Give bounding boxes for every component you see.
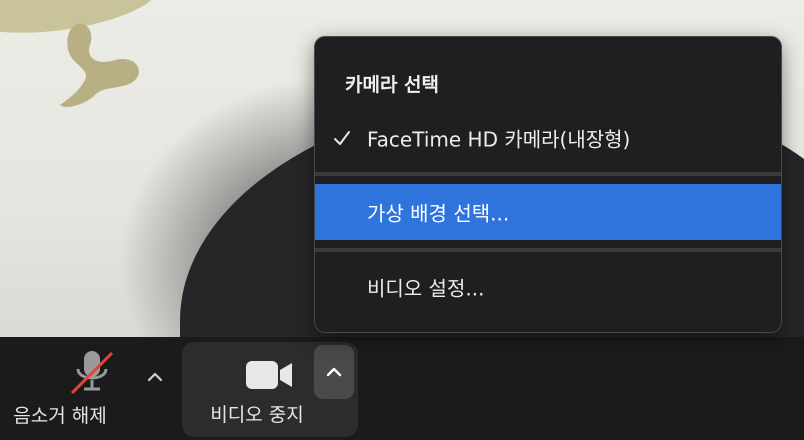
microphone-muted-icon: [70, 351, 114, 395]
menu-header: 카메라 선택: [345, 74, 440, 96]
stop-video-button[interactable]: 비디오 중지: [182, 342, 358, 437]
menu-item-label: 가상 배경 선택...: [367, 201, 510, 226]
meeting-toolbar: 음소거 해제 비디오 중지: [0, 337, 804, 440]
stop-video-label: 비디오 중지: [210, 404, 304, 426]
menu-item-label: FaceTime HD 카메라(내장형): [367, 127, 631, 152]
checkmark-icon: [334, 131, 350, 145]
background-plant-shape: [60, 23, 139, 107]
video-options-button[interactable]: [314, 345, 354, 399]
video-camera-icon: [246, 361, 292, 389]
audio-options-button[interactable]: [138, 354, 172, 400]
menu-item-video-settings[interactable]: 비디오 설정...: [315, 267, 781, 307]
menu-divider: [315, 172, 781, 176]
unmute-label: 음소거 해제: [13, 405, 107, 427]
chevron-up-icon: [147, 372, 163, 382]
chevron-up-icon: [326, 367, 342, 377]
menu-item-virtual-background[interactable]: 가상 배경 선택...: [315, 184, 781, 240]
menu-item-label: 비디오 설정...: [367, 276, 485, 301]
menu-item-facetime-camera[interactable]: FaceTime HD 카메라(내장형): [315, 120, 781, 156]
unmute-button[interactable]: 음소거 해제: [0, 337, 180, 440]
camera-options-menu: 카메라 선택 FaceTime HD 카메라(내장형) 가상 배경 선택... …: [314, 36, 782, 333]
menu-divider: [315, 248, 781, 252]
